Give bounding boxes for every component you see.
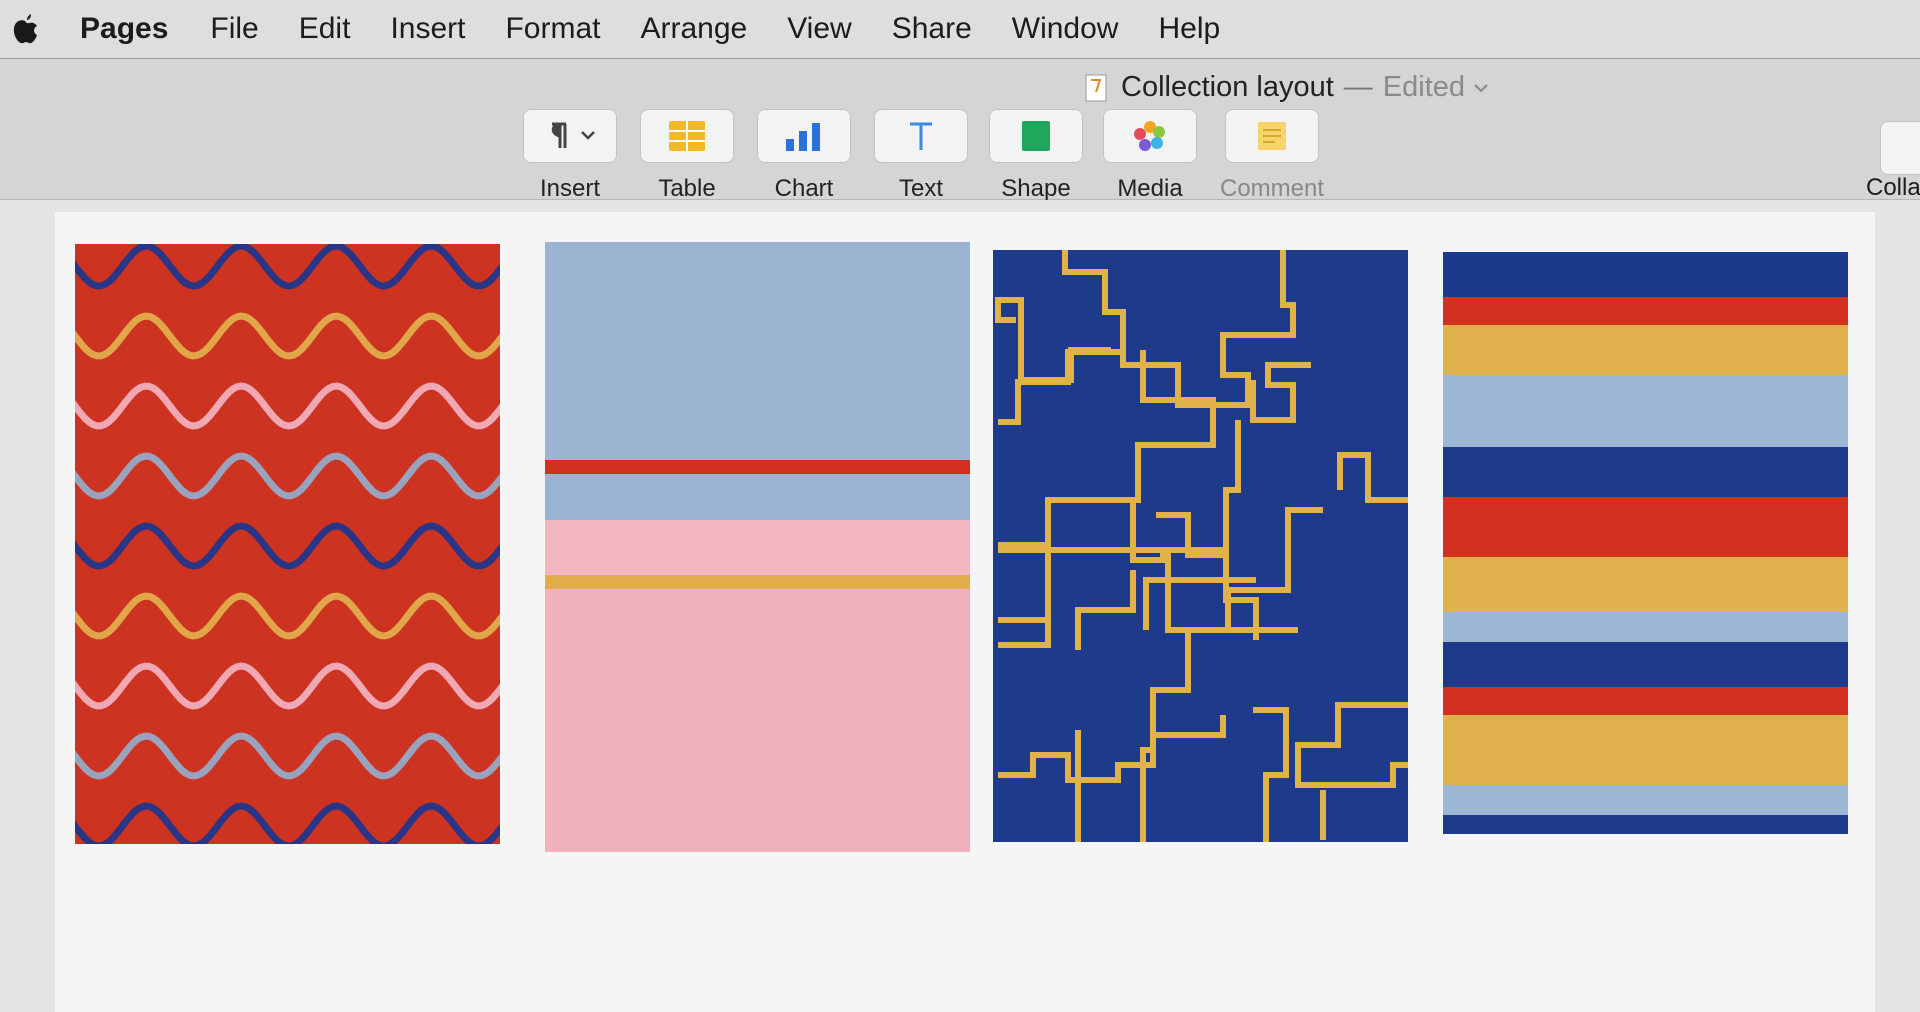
- image-stripe-pattern[interactable]: [1443, 252, 1848, 834]
- table-icon: [669, 121, 705, 151]
- document-title[interactable]: Collection layout — Edited: [1085, 71, 1489, 104]
- menu-share[interactable]: Share: [892, 12, 972, 46]
- paragraph-icon: [551, 122, 595, 148]
- wave-line: [75, 244, 500, 290]
- chart-label: Chart: [774, 175, 834, 202]
- maze-pattern-graphic: [995, 250, 1408, 842]
- insert-label: Insert: [539, 175, 601, 202]
- wave-line: [75, 452, 500, 500]
- menu-arrange[interactable]: Arrange: [640, 12, 747, 46]
- shape-label: Shape: [1001, 175, 1071, 202]
- menu-window[interactable]: Window: [1012, 12, 1119, 46]
- toolbar: Collection layout — Edited Insert Table: [0, 59, 1920, 203]
- document-page[interactable]: [55, 212, 1875, 1012]
- media-tool[interactable]: Media: [1100, 109, 1200, 203]
- wave-line: [75, 732, 500, 780]
- menu-format[interactable]: Format: [505, 12, 600, 46]
- bar-chart-icon: [786, 123, 820, 151]
- menu-help[interactable]: Help: [1158, 12, 1220, 46]
- wave-pattern-graphic: [75, 244, 500, 844]
- apple-icon[interactable]: [10, 12, 40, 46]
- shape-button[interactable]: [989, 109, 1083, 163]
- wave-line: [75, 522, 500, 570]
- comment-label: Comment: [1219, 175, 1325, 202]
- table-label: Table: [658, 175, 716, 202]
- chart-tool[interactable]: Chart: [754, 109, 854, 203]
- media-label: Media: [1117, 175, 1183, 202]
- text-tool[interactable]: Text: [871, 109, 971, 203]
- image-wave-pattern[interactable]: [75, 244, 500, 844]
- chevron-down-icon[interactable]: [1473, 83, 1489, 93]
- image-sky-pink-blocks[interactable]: [545, 242, 970, 852]
- document-status: Edited: [1382, 71, 1466, 103]
- menu-bar: Pages File Edit Insert Format Arrange Vi…: [0, 0, 1920, 59]
- comment-icon: [1258, 122, 1286, 150]
- menu-edit[interactable]: Edit: [299, 12, 351, 46]
- wave-line: [75, 382, 500, 430]
- shape-tool[interactable]: Shape: [986, 109, 1086, 203]
- collaborate-button[interactable]: [1880, 121, 1920, 175]
- menu-file[interactable]: File: [210, 12, 258, 46]
- chart-button[interactable]: [757, 109, 851, 163]
- image-maze-pattern[interactable]: [993, 250, 1408, 842]
- collaborate-label: Colla: [1866, 174, 1920, 201]
- table-tool[interactable]: Table: [637, 109, 737, 203]
- pages-document-icon: [1085, 74, 1107, 101]
- stripe-pattern-graphic: [1443, 252, 1848, 834]
- sky-pink-graphic: [545, 242, 970, 852]
- menu-insert[interactable]: Insert: [390, 12, 465, 46]
- text-button[interactable]: [874, 109, 968, 163]
- document-canvas: [0, 200, 1920, 1012]
- text-icon: [910, 122, 932, 150]
- wave-line: [75, 592, 500, 640]
- text-label: Text: [898, 175, 943, 202]
- menu-view[interactable]: View: [787, 12, 851, 46]
- insert-tool[interactable]: Insert: [520, 109, 620, 203]
- media-button[interactable]: [1103, 109, 1197, 163]
- wave-line: [75, 662, 500, 710]
- shape-icon: [1022, 121, 1050, 151]
- title-separator: —: [1343, 71, 1373, 103]
- photos-icon: [1134, 121, 1165, 151]
- table-button[interactable]: [640, 109, 734, 163]
- comment-button[interactable]: [1225, 109, 1319, 163]
- menu-app-pages[interactable]: Pages: [80, 12, 168, 46]
- document-name: Collection layout: [1121, 71, 1334, 103]
- comment-tool[interactable]: Comment: [1219, 109, 1325, 203]
- wave-line: [75, 802, 500, 844]
- wave-line: [75, 312, 500, 360]
- insert-button[interactable]: [523, 109, 617, 163]
